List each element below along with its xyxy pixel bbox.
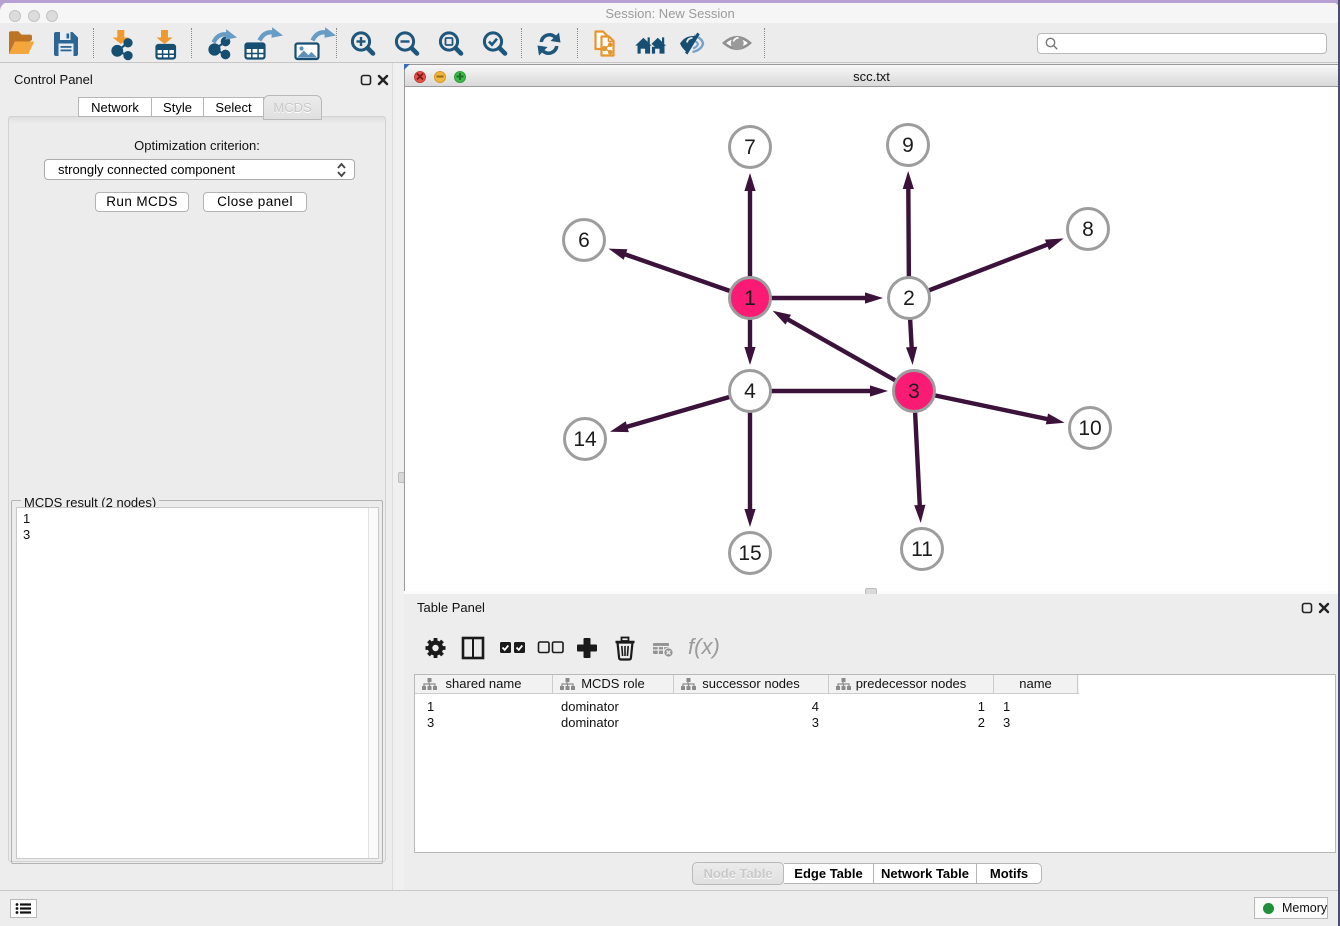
svg-text:2: 2	[903, 287, 915, 310]
svg-text:15: 15	[738, 542, 761, 565]
svg-text:8: 8	[1082, 218, 1094, 241]
svg-text:11: 11	[911, 538, 933, 561]
svg-text:6: 6	[578, 229, 590, 252]
svg-text:7: 7	[744, 136, 756, 159]
svg-text:4: 4	[744, 380, 756, 403]
svg-text:f(x): f(x)	[688, 634, 720, 659]
svg-text:9: 9	[902, 134, 914, 157]
svg-text:14: 14	[573, 428, 597, 451]
svg-text:1: 1	[744, 287, 756, 310]
svg-text:3: 3	[908, 380, 920, 403]
svg-text:10: 10	[1078, 417, 1101, 440]
